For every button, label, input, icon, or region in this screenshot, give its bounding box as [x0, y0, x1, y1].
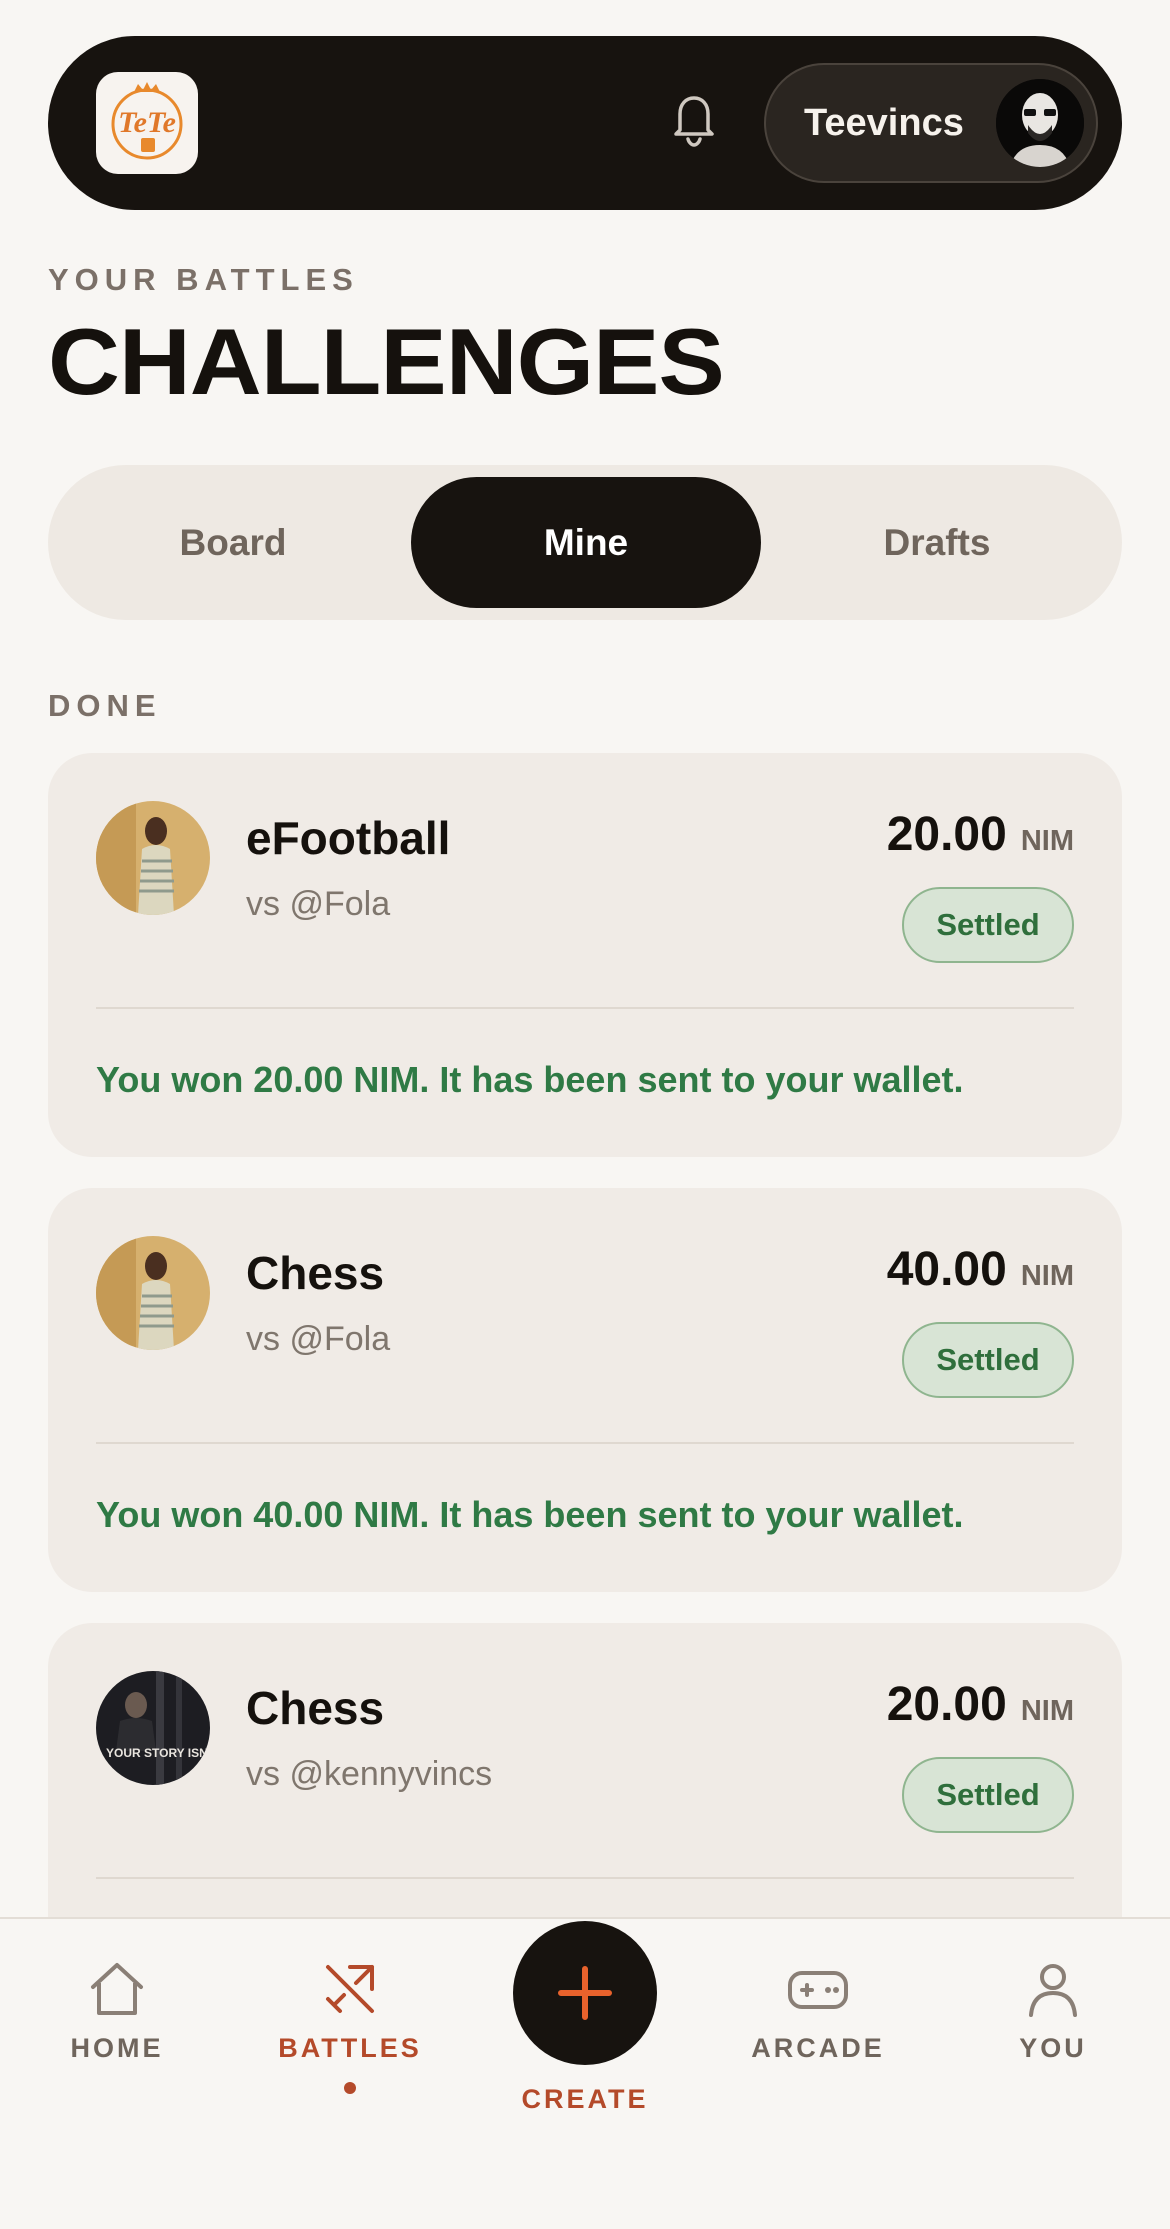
bottom-nav: HOME BATTLES CREATE ARCADE YOU: [0, 1917, 1170, 2229]
gamepad-icon: [788, 1971, 848, 2009]
nav-home-label: HOME: [70, 2033, 164, 2063]
svg-text:TeTe: TeTe: [118, 106, 176, 139]
tab-mine[interactable]: Mine: [411, 477, 761, 608]
game-name: Chess: [246, 1682, 385, 1734]
tab-drafts[interactable]: Drafts: [762, 477, 1112, 608]
divider: [96, 1442, 1074, 1444]
avatar-caption: YOUR STORY ISN'T OVER.: [106, 1746, 210, 1760]
challenge-card[interactable]: eFootball vs @Fola 20.00 NIM Settled You…: [48, 753, 1122, 1157]
status-badge: Settled: [902, 1322, 1074, 1398]
nav-home[interactable]: HOME: [27, 1959, 207, 2064]
swords-icon: [326, 1965, 374, 2013]
amount-unit: NIM: [1020, 1260, 1074, 1292]
divider: [96, 1877, 1074, 1879]
status-badge: Settled: [902, 887, 1074, 963]
page-eyebrow: YOUR BATTLES: [48, 262, 359, 297]
section-label-done: DONE: [48, 688, 162, 723]
amount-value: 20.00: [886, 808, 1007, 861]
amount-value: 20.00: [886, 1678, 1007, 1731]
opponent-handle: vs @Fola: [246, 1320, 391, 1358]
nav-you[interactable]: YOU: [963, 1959, 1143, 2064]
app-logo[interactable]: TeTe: [96, 72, 198, 174]
opponent-avatar: [96, 801, 210, 915]
user-menu[interactable]: Teevincs: [764, 63, 1098, 183]
result-message: You won 40.00 NIM. It has been sent to y…: [96, 1494, 964, 1535]
amount-unit: NIM: [1020, 825, 1074, 857]
page-title: CHALLENGES: [48, 309, 725, 414]
user-icon: [1029, 1964, 1077, 2017]
opponent-avatar: YOUR STORY ISN'T OVER.: [96, 1671, 210, 1785]
bell-icon[interactable]: [670, 90, 718, 148]
nav-arcade-label: ARCADE: [751, 2033, 885, 2063]
nav-battles[interactable]: BATTLES: [260, 1959, 440, 2094]
amount-unit: NIM: [1020, 1695, 1074, 1727]
user-avatar: [996, 79, 1084, 167]
nav-battles-label: BATTLES: [278, 2033, 422, 2063]
active-indicator: [344, 2082, 356, 2094]
divider: [96, 1007, 1074, 1009]
username: Teevincs: [804, 102, 964, 144]
opponent-handle: vs @kennyvincs: [246, 1755, 493, 1793]
status-badge: Settled: [902, 1757, 1074, 1833]
challenge-card[interactable]: Chess vs @Fola 40.00 NIM Settled You won…: [48, 1188, 1122, 1592]
game-name: Chess: [246, 1247, 385, 1299]
opponent-avatar: [96, 1236, 210, 1350]
top-bar: TeTe Teevincs: [48, 36, 1122, 210]
stake-amount: 40.00 NIM: [887, 1242, 1074, 1297]
create-label: CREATE: [521, 2084, 649, 2114]
game-name: eFootball: [246, 812, 451, 864]
segmented-tabs: Board Mine Drafts: [48, 465, 1122, 620]
amount-value: 40.00: [886, 1243, 1007, 1296]
home-icon: [91, 1963, 143, 2015]
stake-amount: 20.00 NIM: [887, 1677, 1074, 1732]
create-button[interactable]: [513, 1921, 657, 2065]
stake-amount: 20.00 NIM: [887, 807, 1074, 862]
nav-you-label: YOU: [1019, 2033, 1087, 2063]
tab-board[interactable]: Board: [58, 477, 408, 608]
nav-arcade[interactable]: ARCADE: [728, 1959, 908, 2064]
result-message: You won 20.00 NIM. It has been sent to y…: [96, 1059, 964, 1100]
plus-icon: [558, 1966, 612, 2020]
opponent-handle: vs @Fola: [246, 885, 391, 923]
